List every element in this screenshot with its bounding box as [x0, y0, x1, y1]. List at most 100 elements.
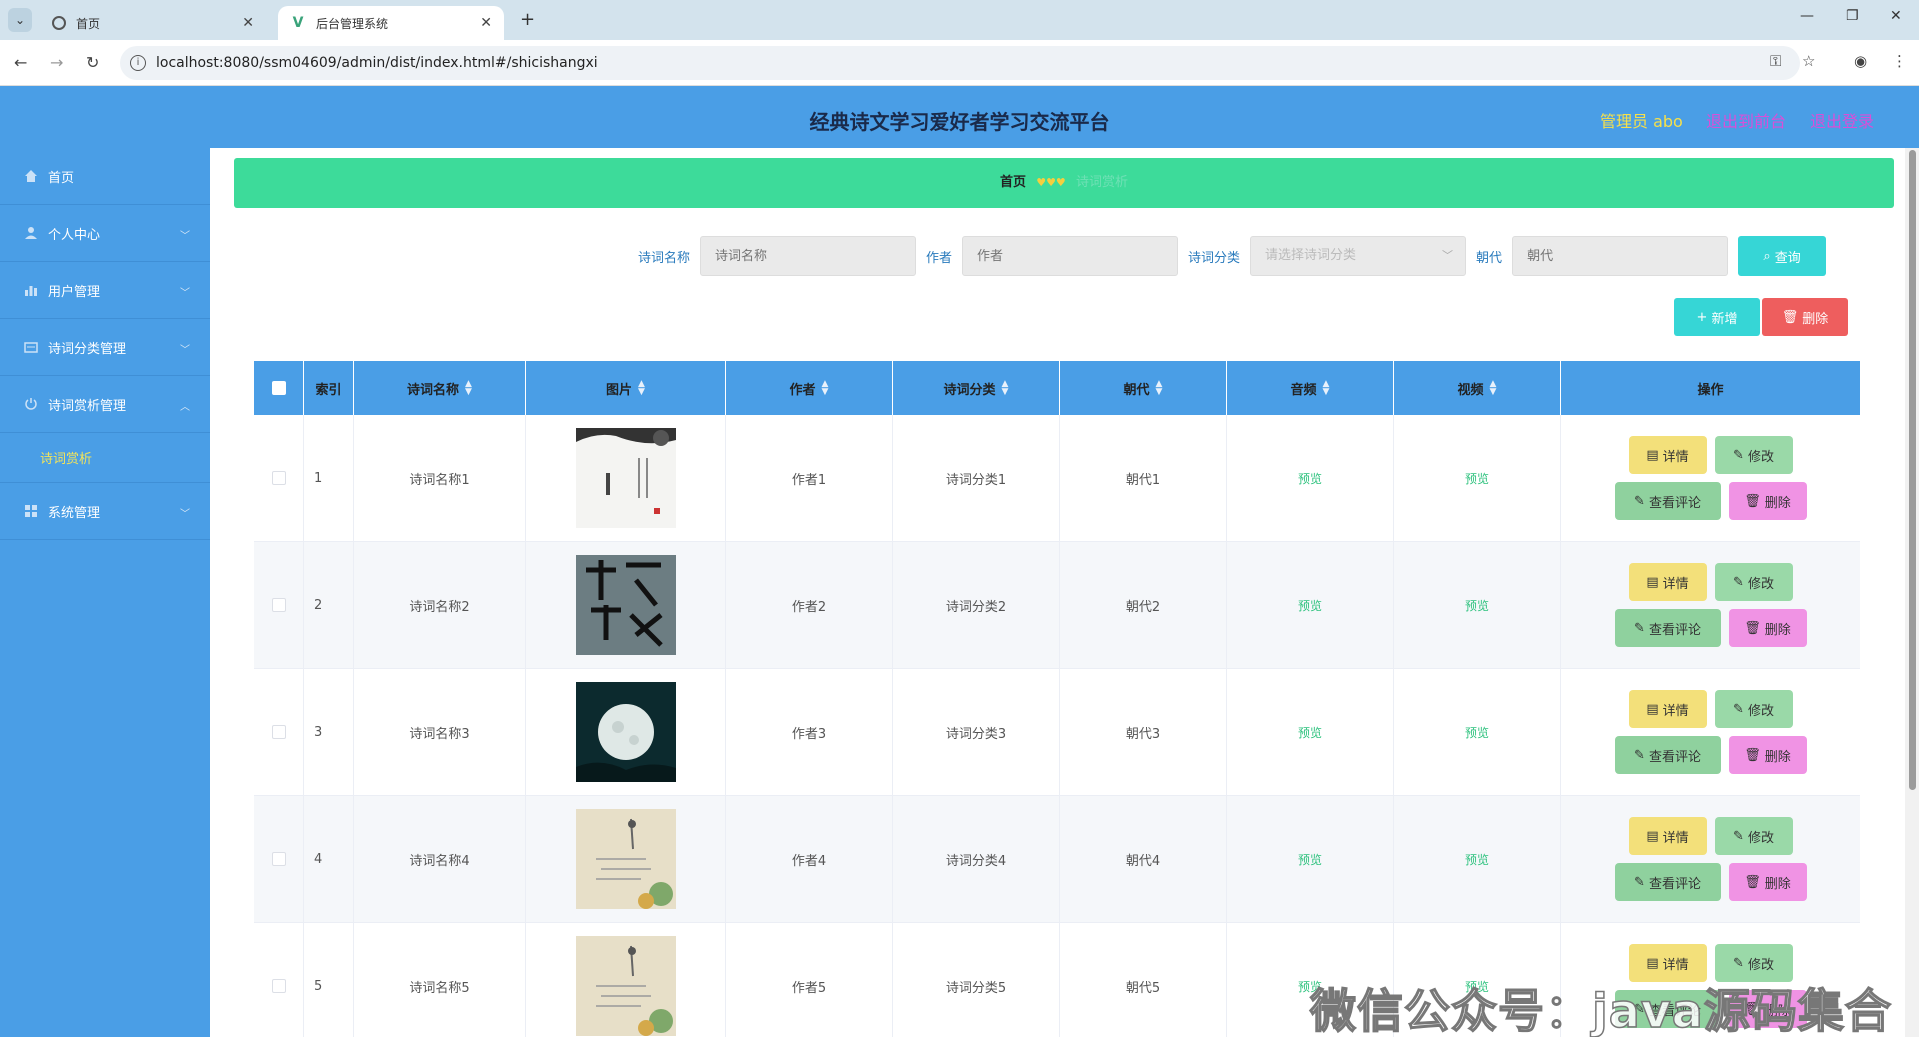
sidebar-subitem-appreciation[interactable]: 诗词赏析	[0, 433, 210, 483]
tab-search-button[interactable]: ⌄	[8, 8, 32, 32]
dynasty-input[interactable]	[1512, 236, 1729, 276]
close-icon[interactable]: ✕	[480, 15, 492, 31]
sidebar-item-personal[interactable]: 个人中心 ﹀	[0, 205, 210, 262]
reload-icon[interactable]: ↻	[86, 53, 99, 72]
table-header: 索引 诗词名称 ▲ ▼ 图片 ▲ ▼ 作者 ▲ ▼ 诗词分类 ▲ ▼ 朝代 ▲ ▼ 音频 ▲ ▼ 视频 ▲…	[254, 361, 1860, 415]
view-comments-button[interactable]: ✎ 查看评论	[1614, 609, 1721, 647]
category-select[interactable]: 请选择诗词分类 ﹀	[1250, 236, 1467, 276]
video-preview-link[interactable]: 预览	[1465, 724, 1489, 741]
edit-button[interactable]: ✎ 修改	[1714, 436, 1793, 474]
header-name[interactable]: 诗词名称 ▲ ▼	[354, 361, 526, 415]
edit-button-label: 修改	[1747, 576, 1774, 592]
author-input[interactable]	[962, 236, 1179, 276]
video-preview-link[interactable]: 预览	[1465, 470, 1489, 487]
back-icon[interactable]: ←	[14, 53, 27, 72]
name-input[interactable]	[700, 236, 917, 276]
select-all-checkbox[interactable]	[271, 381, 286, 395]
row-checkbox[interactable]	[271, 852, 286, 866]
detail-button[interactable]: ▤ 详情	[1628, 436, 1707, 474]
window-close-icon[interactable]: ✕	[1890, 8, 1902, 24]
sort-icon[interactable]: ▲ ▼	[638, 380, 645, 397]
sort-icon[interactable]: ▲ ▼	[1323, 380, 1330, 397]
row-name: 诗词名称5	[354, 923, 526, 1037]
browser-tab-admin[interactable]: V 后台管理系统 ✕	[278, 6, 504, 40]
menu-icon[interactable]: ⋮	[1892, 52, 1907, 70]
logout-link[interactable]: 退出登录	[1810, 108, 1874, 132]
poem-thumbnail[interactable]	[575, 555, 676, 655]
trash-icon: 🗑	[1781, 309, 1799, 325]
detail-button[interactable]: ▤ 详情	[1628, 690, 1707, 728]
view-comments-button[interactable]: ✎ 查看评论	[1614, 736, 1721, 774]
add-button-label: 新增	[1711, 311, 1738, 327]
header-author[interactable]: 作者 ▲ ▼	[726, 361, 893, 415]
sort-icon[interactable]: ▲ ▼	[1156, 380, 1163, 397]
row-delete-button[interactable]: 🗑 删除	[1728, 863, 1807, 901]
poem-thumbnail[interactable]	[575, 936, 676, 1036]
pencil-icon: ✎	[1733, 955, 1744, 971]
sidebar-item-appreciation[interactable]: 诗词赏析管理 ︿	[0, 376, 210, 433]
site-info-icon[interactable]: i	[130, 55, 146, 71]
exit-to-front-link[interactable]: 退出到前台	[1706, 108, 1786, 132]
sidebar-item-category[interactable]: 诗词分类管理 ﹀	[0, 319, 210, 376]
video-preview-link[interactable]: 预览	[1465, 597, 1489, 614]
restore-icon[interactable]: ❐	[1846, 8, 1859, 24]
video-preview-link[interactable]: 预览	[1465, 851, 1489, 868]
row-checkbox[interactable]	[271, 471, 286, 485]
row-category: 诗词分类4	[893, 796, 1060, 922]
header-video[interactable]: 视频 ▲ ▼	[1394, 361, 1561, 415]
sidebar-item-system[interactable]: 系统管理 ﹀	[0, 483, 210, 540]
sidebar-item-home[interactable]: 首页	[0, 148, 210, 205]
profile-icon[interactable]: ◉	[1854, 52, 1867, 70]
row-delete-button[interactable]: 🗑 删除	[1728, 609, 1807, 647]
scrollbar-thumb[interactable]	[1909, 150, 1916, 790]
audio-preview-link[interactable]: 预览	[1298, 470, 1322, 487]
comments-button-label: 查看评论	[1648, 749, 1701, 765]
sort-icon[interactable]: ▲ ▼	[1490, 380, 1497, 397]
browser-tab-home[interactable]: 首页 ✕	[40, 6, 266, 40]
home-icon	[24, 169, 38, 183]
row-delete-button[interactable]: 🗑 删除	[1728, 736, 1807, 774]
forward-icon[interactable]: →	[50, 53, 63, 72]
edit-button[interactable]: ✎ 修改	[1714, 563, 1793, 601]
poem-thumbnail[interactable]	[575, 428, 676, 528]
row-checkbox[interactable]	[271, 598, 286, 612]
view-comments-button[interactable]: ✎ 查看评论	[1614, 863, 1721, 901]
header-dynasty[interactable]: 朝代 ▲ ▼	[1060, 361, 1227, 415]
tab-title: 后台管理系统	[316, 16, 389, 31]
header-audio[interactable]: 音频 ▲ ▼	[1227, 361, 1394, 415]
row-index: 4	[304, 796, 354, 922]
poem-thumbnail[interactable]	[575, 682, 676, 782]
header-image[interactable]: 图片 ▲ ▼	[526, 361, 726, 415]
row-delete-button[interactable]: 🗑 删除	[1728, 482, 1807, 520]
edit-button[interactable]: ✎ 修改	[1714, 690, 1793, 728]
audio-preview-link[interactable]: 预览	[1298, 724, 1322, 741]
detail-button[interactable]: ▤ 详情	[1628, 563, 1707, 601]
row-checkbox[interactable]	[271, 725, 286, 739]
sort-icon[interactable]: ▲ ▼	[465, 380, 472, 397]
star-icon[interactable]: ☆	[1802, 52, 1815, 70]
audio-preview-link[interactable]: 预览	[1298, 597, 1322, 614]
edit-button[interactable]: ✎ 修改	[1714, 817, 1793, 855]
detail-button[interactable]: ▤ 详情	[1628, 817, 1707, 855]
sort-icon[interactable]: ▲ ▼	[822, 380, 829, 397]
chevron-down-icon: ﹀	[1442, 249, 1454, 262]
sidebar-item-label: 系统管理	[48, 505, 101, 521]
name-label: 诗词名称	[638, 250, 691, 266]
view-comments-button[interactable]: ✎ 查看评论	[1614, 482, 1721, 520]
audio-preview-link[interactable]: 预览	[1298, 851, 1322, 868]
key-icon[interactable]: ⚿	[1770, 52, 1781, 70]
batch-delete-button[interactable]: 🗑 删除	[1762, 298, 1848, 336]
close-icon[interactable]: ✕	[242, 15, 254, 31]
add-button[interactable]: + 新增	[1674, 298, 1760, 336]
url-input[interactable]: i localhost:8080/ssm04609/admin/dist/ind…	[120, 46, 1800, 80]
query-button[interactable]: ⌕ 查询	[1738, 236, 1827, 276]
sidebar-item-users[interactable]: 用户管理 ﹀	[0, 262, 210, 319]
new-tab-icon[interactable]: +	[520, 9, 535, 30]
row-checkbox[interactable]	[271, 979, 286, 993]
breadcrumb-home[interactable]: 首页	[1000, 175, 1026, 190]
minimize-icon[interactable]: —	[1800, 8, 1814, 24]
sort-icon[interactable]: ▲ ▼	[1002, 380, 1009, 397]
header-category[interactable]: 诗词分类 ▲ ▼	[893, 361, 1060, 415]
row-name: 诗词名称1	[354, 415, 526, 541]
poem-thumbnail[interactable]	[575, 809, 676, 909]
